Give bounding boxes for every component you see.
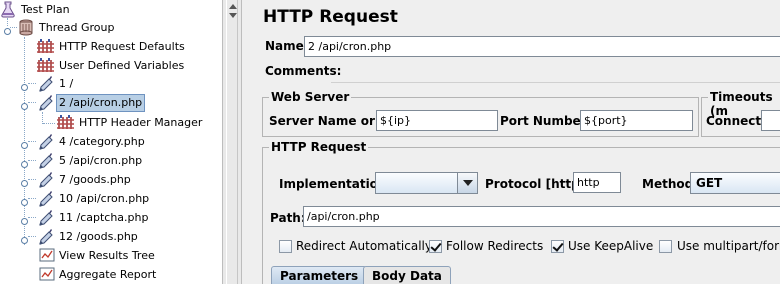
sampler-pipette-icon	[37, 228, 53, 245]
tree-connector	[28, 83, 36, 84]
tree-connector	[10, 27, 17, 28]
tree-node-sampler[interactable]: 4 /category.php	[0, 132, 222, 151]
name-field[interactable]: 2 /api/cron.php	[304, 36, 780, 57]
http-request-legend: HTTP Request	[269, 140, 369, 154]
tree-connector	[28, 160, 36, 161]
tree-node-sampler[interactable]: 10 /api/cron.php	[0, 189, 222, 208]
server-name-field[interactable]: ${ip}	[376, 110, 498, 131]
connect-timeout-field[interactable]	[761, 110, 780, 131]
sampler-pipette-icon	[37, 209, 53, 226]
use-keepalive-label: Use KeepAlive	[568, 239, 654, 253]
follow-redirects-label: Follow Redirects	[446, 239, 544, 253]
tree-connector	[28, 141, 36, 142]
sampler-pipette-icon	[37, 190, 53, 207]
comments-field[interactable]	[331, 61, 780, 83]
sampler-pipette-icon	[37, 171, 53, 188]
panel-title: HTTP Request	[263, 7, 398, 27]
config-element-icon	[37, 57, 54, 74]
use-keepalive-checkbox[interactable]	[551, 240, 564, 253]
tree-node-sampler-selected[interactable]: 2 /api/cron.php	[0, 93, 222, 112]
tab-parameters[interactable]: Parameters	[271, 266, 368, 284]
tree-node-sampler[interactable]: 11 /captcha.php	[0, 208, 222, 227]
web-server-legend: Web Server	[269, 90, 352, 104]
port-number-field[interactable]: ${port}	[580, 110, 693, 131]
connect-label: Connect:	[706, 114, 766, 128]
tree-node-sampler[interactable]: 12 /goods.php	[0, 227, 222, 246]
tree-connector	[43, 123, 55, 124]
tree-node-sampler[interactable]: 1 /	[0, 74, 222, 93]
test-plan-tree[interactable]: Test Plan Thread Group HTTP Request Defa…	[0, 0, 222, 284]
thread-group-icon	[18, 19, 34, 36]
http-request-panel: HTTP Request Name: 2 /api/cron.php Comme…	[243, 0, 780, 284]
sampler-pipette-icon	[37, 152, 53, 169]
test-plan-icon	[0, 1, 16, 18]
split-pane-divider[interactable]	[222, 0, 242, 284]
implementation-select[interactable]	[375, 172, 478, 194]
method-value: GET	[696, 176, 723, 190]
path-field[interactable]: /api/cron.php	[303, 206, 780, 227]
tree-node-aggregate-report[interactable]: Aggregate Report	[0, 265, 222, 284]
tree-node-http-request-defaults[interactable]: HTTP Request Defaults	[0, 37, 222, 56]
use-multipart-label: Use multipart/form	[677, 239, 780, 253]
listener-graph-icon	[39, 247, 55, 264]
splitter-grip	[226, 0, 238, 284]
listener-graph-icon	[39, 266, 55, 283]
redirect-automatically-checkbox[interactable]	[279, 240, 292, 253]
tree-connector	[28, 236, 36, 237]
path-label: Path:	[270, 211, 306, 225]
config-element-icon	[57, 114, 74, 131]
tree-node-thread-group[interactable]: Thread Group	[0, 18, 222, 37]
tree-connector	[28, 217, 36, 218]
comments-label: Comments:	[265, 64, 342, 78]
tree-node-sampler[interactable]: 5 /api/cron.php	[0, 151, 222, 170]
sampler-pipette-icon	[37, 75, 53, 92]
use-multipart-checkbox[interactable]	[659, 240, 672, 253]
sampler-pipette-icon	[37, 94, 53, 111]
tree-connector	[28, 179, 36, 180]
redirect-automatically-label: Redirect Automatically	[296, 239, 432, 253]
tab-body-data[interactable]: Body Data	[363, 266, 451, 284]
config-element-icon	[37, 38, 54, 55]
port-number-label: Port Number:	[500, 114, 592, 128]
dropdown-arrow-icon[interactable]	[457, 173, 477, 193]
tree-node-user-defined-variables[interactable]: User Defined Variables	[0, 56, 222, 75]
sampler-pipette-icon	[37, 133, 53, 150]
tree-connector	[28, 198, 36, 199]
method-select[interactable]: GET	[690, 172, 780, 194]
protocol-field[interactable]: http	[573, 172, 621, 193]
collapse-down-arrow-icon[interactable]	[229, 13, 237, 18]
tree-connector	[28, 102, 36, 103]
tree-node-http-header-manager[interactable]: HTTP Header Manager	[0, 113, 222, 132]
follow-redirects-checkbox[interactable]	[429, 240, 442, 253]
tree-node-test-plan[interactable]: Test Plan	[0, 0, 222, 19]
tree-node-sampler[interactable]: 7 /goods.php	[0, 170, 222, 189]
name-label: Name:	[265, 39, 309, 53]
expand-up-arrow-icon[interactable]	[229, 4, 237, 9]
tree-node-view-results-tree[interactable]: View Results Tree	[0, 246, 222, 265]
